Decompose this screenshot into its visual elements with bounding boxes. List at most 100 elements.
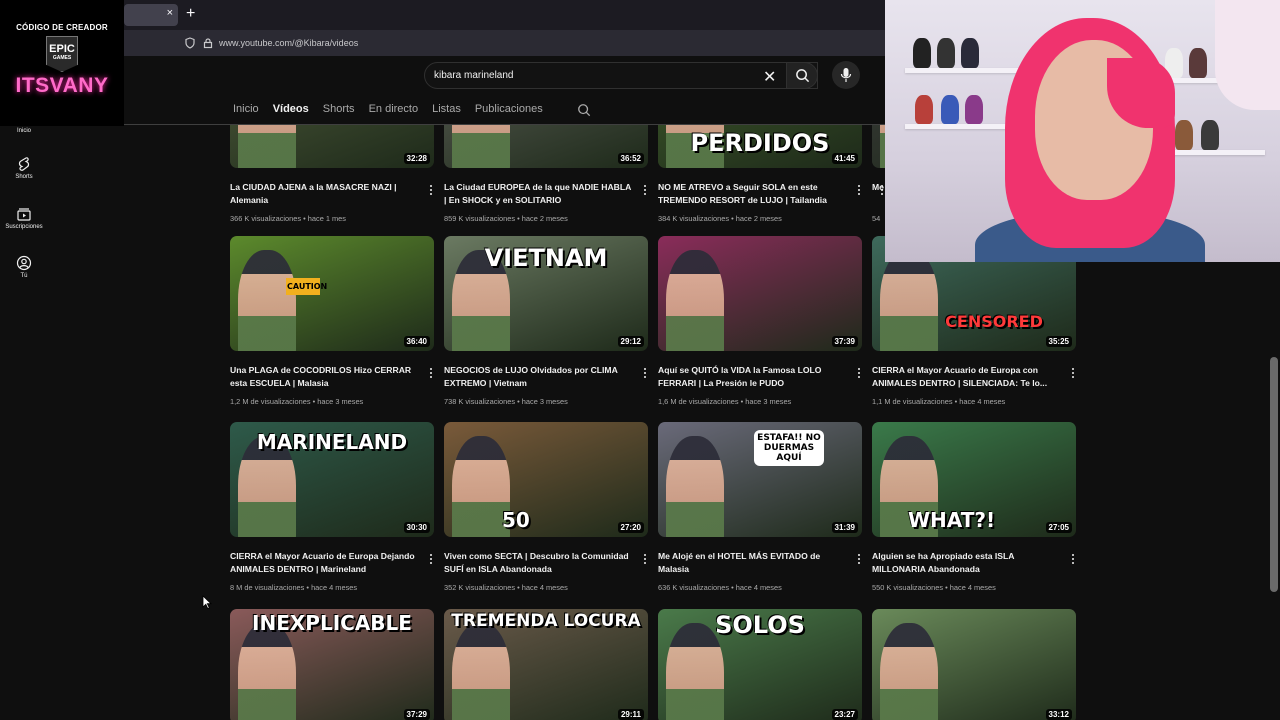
video-title[interactable]: La Ciudad EUROPEA de la que NADIE HABLA … [444,181,632,207]
tab-live[interactable]: En directo [369,103,419,123]
video-title[interactable]: Alguien se ha Apropiado esta ISLA MILLON… [872,550,1060,576]
video-duration: 35:25 [1045,336,1072,347]
presenter-figure [666,250,724,351]
video-card[interactable]: ESTAFA!! NO DUERMAS AQUÍ 31:39 Me Alojé en… [658,422,862,592]
upload-age: hace 3 meses [745,397,792,406]
video-thumbnail[interactable]: 50 27:20 [444,422,648,537]
meta-separator: • [515,397,522,406]
tab-videos[interactable]: Vídeos [273,103,309,123]
video-title[interactable]: La CIUDAD AJENA a la MASACRE NAZI | Alem… [230,181,418,207]
video-title[interactable]: CIERRA el Mayor Acuario de Europa con AN… [872,364,1060,390]
meta-separator: • [515,583,522,592]
tab-home[interactable]: Inicio [233,103,259,123]
video-title[interactable]: Aquí se QUITÓ la VIDA la Famosa LOLO FER… [658,364,846,390]
shield-icon [185,37,195,49]
shelf [905,68,1025,73]
browser-tab[interactable]: × [124,4,178,26]
upload-age: hace 4 meses [735,583,782,592]
video-thumbnail[interactable]: 33:12 [872,609,1076,720]
thumbnail-caption: MARINELAND [256,430,408,454]
figure-toy [965,95,983,124]
video-thumbnail[interactable]: SOLOS 23:27 [658,609,862,720]
upload-age: hace 4 meses [949,583,996,592]
video-card[interactable]: 33:12 [872,609,1076,720]
view-count: 738 K visualizaciones [444,397,516,406]
presenter-figure [666,436,724,537]
video-title[interactable]: Viven como SECTA | Descubro la Comunidad… [444,550,632,576]
video-card[interactable]: 37:39 Aquí se QUITÓ la VIDA la Famosa LOL… [658,236,862,406]
search-button[interactable] [786,62,818,89]
video-card[interactable]: 32:28 La CIUDAD AJENA a la MASACRE NAZI |… [230,125,434,223]
more-options-icon[interactable] [642,552,648,566]
clear-search-icon[interactable]: ✕ [763,67,776,87]
video-card[interactable]: PERDIDOS 41:45 NO ME ATREVO a Seguir SOLA … [658,125,862,223]
more-options-icon[interactable] [428,552,434,566]
search-input[interactable]: kibara marineland ✕ [424,62,818,89]
figure-toy [961,38,979,68]
video-thumbnail[interactable]: 32:28 [230,125,434,168]
more-options-icon[interactable] [1070,366,1076,380]
more-options-icon[interactable] [428,366,434,380]
video-thumbnail[interactable]: WHAT?! 27:05 [872,422,1076,537]
video-thumbnail[interactable] [872,125,885,168]
screen: × + www.youtube.com/@Kibara/videos CÓDIG… [0,0,1280,720]
tab-playlists[interactable]: Listas [432,103,461,123]
address-bar[interactable]: www.youtube.com/@Kibara/videos [124,30,885,56]
more-options-icon[interactable] [642,183,648,197]
video-title[interactable]: NEGOCIOS de LUJO Olvidados por CLIMA EXT… [444,364,632,390]
search-query: kibara marineland [434,70,514,81]
video-title[interactable]: NO ME ATREVO a Seguir SOLA en este TREME… [658,181,846,207]
more-options-icon[interactable] [856,552,862,566]
video-card[interactable]: SOLOS 23:27 [658,609,862,720]
video-card[interactable]: INEXPLICABLE 37:29 [230,609,434,720]
streamer-name: ITSVANY [15,74,109,97]
video-title[interactable]: CIERRA el Mayor Acuario de Europa Dejand… [230,550,418,576]
video-thumbnail[interactable]: 36:52 [444,125,648,168]
thumbnail-caption: ESTAFA!! NO DUERMAS AQUÍ [754,430,824,466]
video-title[interactable]: Me Alojé en el HOTEL MÁS EVITADO de Mala… [658,550,846,576]
video-card[interactable]: VIETNAM 29:12 NEGOCIOS de LUJO Olvidados p… [444,236,648,406]
tab-close-icon[interactable]: × [167,7,173,19]
tab-posts[interactable]: Publicaciones [475,103,543,123]
more-options-icon[interactable] [856,366,862,380]
new-tab-icon[interactable]: + [186,5,195,23]
video-thumbnail[interactable]: INEXPLICABLE 37:29 [230,609,434,720]
creator-code-overlay: CÓDIGO DE CREADOR EPIC GAMES ITSVANY [0,0,124,126]
video-duration: 27:05 [1045,522,1072,533]
video-card[interactable]: TREMENDA LOCURA 29:11 [444,609,648,720]
more-options-icon[interactable] [856,183,862,197]
view-count: 1,6 M de visualizaciones [658,397,739,406]
video-thumbnail[interactable]: CAUTION 36:40 [230,236,434,351]
presenter-figure [452,125,510,168]
video-thumbnail[interactable]: VIETNAM 29:12 [444,236,648,351]
video-thumbnail[interactable]: ESTAFA!! NO DUERMAS AQUÍ 31:39 [658,422,862,537]
presenter-figure [238,250,296,351]
tabs-divider [124,124,885,125]
video-card[interactable]: CAUTION 36:40 Una PLAGA de COCODRILOS Hizo… [230,236,434,406]
channel-search-icon[interactable] [577,103,591,117]
video-card[interactable]: Me en54 [872,125,885,243]
figure-toy [941,95,959,124]
more-options-icon[interactable] [1070,552,1076,566]
more-options-icon[interactable] [428,183,434,197]
video-thumbnail[interactable]: PERDIDOS 41:45 [658,125,862,168]
creator-code-label: CÓDIGO DE CREADOR [16,23,108,32]
upload-age: hace 2 meses [521,214,568,223]
video-duration: 37:39 [831,336,858,347]
upload-age: hace 2 meses [735,214,782,223]
more-options-icon[interactable] [642,366,648,380]
video-card[interactable]: 50 27:20 Viven como SECTA | Descubro la Co… [444,422,648,592]
video-duration: 31:39 [831,522,858,533]
video-thumbnail[interactable]: MARINELAND 30:30 [230,422,434,537]
microphone-icon [840,68,852,82]
video-card[interactable]: MARINELAND 30:30 CIERRA el Mayor Acuario d… [230,422,434,592]
view-count: 550 K visualizaciones [872,583,944,592]
video-thumbnail[interactable]: 37:39 [658,236,862,351]
scrollbar-thumb[interactable] [1270,357,1278,592]
voice-search-button[interactable] [832,61,860,89]
video-thumbnail[interactable]: TREMENDA LOCURA 29:11 [444,609,648,720]
video-card[interactable]: 36:52 La Ciudad EUROPEA de la que NADIE H… [444,125,648,223]
video-card[interactable]: WHAT?! 27:05 Alguien se ha Apropiado esta … [872,422,1076,592]
tab-shorts[interactable]: Shorts [323,103,355,123]
video-title[interactable]: Una PLAGA de COCODRILOS Hizo CERRAR esta… [230,364,418,390]
